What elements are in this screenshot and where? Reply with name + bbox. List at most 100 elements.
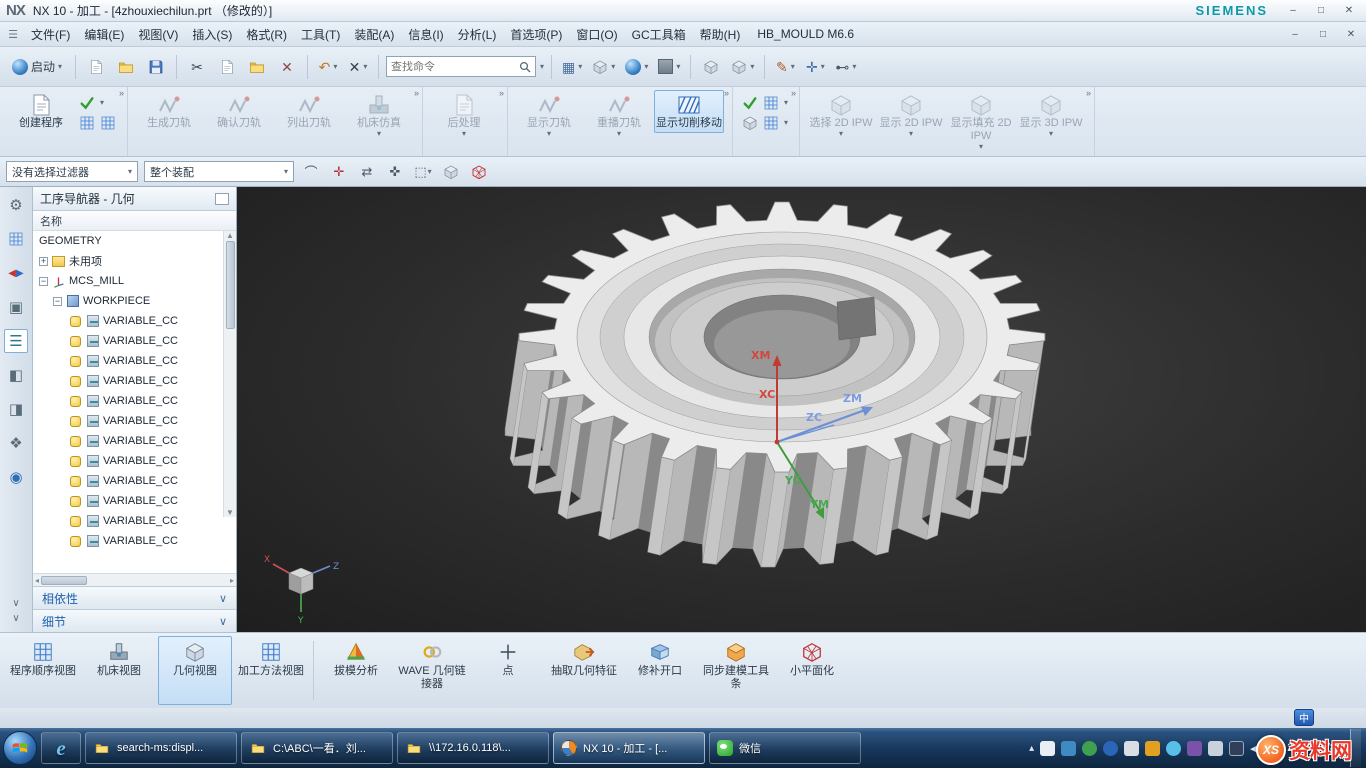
menu-information[interactable]: 信息(I) [401,23,450,46]
list-toolpath-button[interactable]: 列出刀轨 [274,90,344,133]
web-browser-button[interactable]: ◉ [4,465,28,489]
tray-keyboard-icon[interactable] [1040,741,1055,756]
background-button[interactable]: ▾ [655,53,683,81]
doc-minimize-icon[interactable]: – [1284,26,1306,42]
doc-restore-icon[interactable]: □ [1312,26,1334,42]
scroll-left-icon[interactable]: ◂ [35,576,39,585]
verify-grid2-icon[interactable] [763,115,779,131]
selection-filter-dropdown[interactable]: 没有选择过滤器 ▾ [6,161,138,182]
tray-icon-app2[interactable] [1145,741,1160,756]
tree-node-variable-cc[interactable]: VARIABLE_CC [33,371,236,391]
generate-toolpath-button[interactable]: 生成刀轨 [134,90,204,133]
column-header-name[interactable]: 名称 [40,213,62,229]
tree-node-variable-cc[interactable]: VARIABLE_CC [33,431,236,451]
group-overflow-icon[interactable]: » [499,88,504,98]
program-order-view-button[interactable]: 程序顺序视图 [6,636,80,705]
tray-icon-antivirus[interactable] [1082,741,1097,756]
part-navigator-button[interactable]: ▣ [4,295,28,319]
select-2d-ipw-button[interactable]: 选择 2D IPW ▾ [806,90,876,141]
rotate-view-button[interactable]: ▾ [728,53,757,81]
synchronous-modeling-button[interactable]: 同步建模工具条 [699,636,773,705]
reuse-library-button[interactable]: ❖ [4,431,28,455]
tray-icon-app3[interactable] [1166,741,1181,756]
cut-button[interactable]: ✂ [184,53,210,81]
gear-model[interactable] [505,202,1045,567]
tray-icon-app1[interactable] [1124,741,1139,756]
tree-node-variable-cc[interactable]: VARIABLE_CC [33,451,236,471]
taskbar-clock[interactable]: 2019/10/8 [1279,742,1344,755]
tree-node-variable-cc[interactable]: VARIABLE_CC [33,351,236,371]
maximize-icon[interactable]: □ [1310,3,1332,19]
view-triad[interactable]: X Z Y [264,555,339,626]
taskbar-window-network[interactable]: \\172.16.0.118\... [397,732,549,764]
render-style-button[interactable]: ▾ [622,53,651,81]
tray-icon-app4[interactable] [1187,741,1202,756]
menu-insert[interactable]: 插入(S) [185,23,239,46]
assembly-navigator-button[interactable] [4,227,28,251]
tree-node-workpiece[interactable]: −WORKPIECE [33,291,236,311]
scroll-right-icon[interactable]: ▸ [230,576,234,585]
window-select-button[interactable]: ⬚▾ [412,161,434,183]
sketch-button[interactable]: ✎▾ [772,53,798,81]
move-object-button[interactable] [698,53,724,81]
search-caret-icon[interactable]: ▾ [540,63,544,71]
collapse-icon[interactable]: − [53,297,62,306]
verify-cube-icon[interactable] [742,115,758,131]
extract-geometry-button[interactable]: 抽取几何特征 [547,636,621,705]
tray-icon-network[interactable] [1061,741,1076,756]
paste-button[interactable] [244,53,270,81]
tray-icon-app5[interactable] [1229,741,1244,756]
undo-button[interactable]: ↶▾ [315,53,341,81]
tray-icon-k[interactable] [1103,741,1118,756]
shaded-view-button[interactable] [440,161,462,183]
scrollbar-thumb[interactable] [226,241,235,329]
constraint-navigator-button[interactable]: ◀▶ [4,261,28,285]
start-orb-button[interactable] [3,731,37,765]
doc-close-icon[interactable]: ✕ [1340,26,1362,42]
internet-explorer-button[interactable]: e [41,732,81,764]
resource-options-button[interactable]: ⚙ [4,193,28,217]
search-icon[interactable] [519,61,531,73]
snap-magnet-button[interactable]: ⌒ [300,161,322,183]
create-geometry-icon[interactable] [79,115,95,131]
tree-node-geometry[interactable]: GEOMETRY [33,231,236,251]
tree-node-mcs-mill[interactable]: −MCS_MILL [33,271,236,291]
show-filled-2d-ipw-button[interactable]: 显示填充 2D IPW ▾ [946,90,1016,154]
viewport-canvas[interactable]: XM XC ZM ZC YC YM X Z Y [237,187,1366,632]
group-overflow-icon[interactable]: » [791,88,796,98]
measure-button[interactable]: ⊷▾ [832,53,859,81]
wireframe-view-button[interactable] [468,161,490,183]
tree-node-variable-cc[interactable]: VARIABLE_CC [33,531,236,551]
panel-float-icon[interactable] [215,193,229,205]
taskbar-window-wechat[interactable]: 微信 [709,732,861,764]
deselect-button[interactable]: ✜ [384,161,406,183]
snap-point-button[interactable]: ✛▾ [802,53,828,81]
menu-format[interactable]: 格式(R) [239,23,294,46]
tree-horizontal-scrollbar[interactable]: ◂ ▸ [33,573,236,586]
window-layout-button[interactable]: ▦▾ [559,53,585,81]
group-overflow-icon[interactable]: » [414,88,419,98]
menu-hb-mould[interactable]: HB_MOULD M6.6 [747,24,864,44]
save-button[interactable] [143,53,169,81]
scroll-up-icon[interactable]: ▲ [226,231,234,240]
volume-icon[interactable]: ◀ [1250,742,1258,755]
menu-file[interactable]: 文件(F) [24,23,77,46]
graphics-viewport[interactable]: XM XC ZM ZC YC YM X Z Y [237,187,1366,632]
verify-grid-icon[interactable] [763,95,779,111]
details-section[interactable]: 细节 ∨ [33,609,236,632]
tray-expand-icon[interactable]: ▴ [1029,743,1034,754]
start-menu-button[interactable]: 启动 ▾ [6,53,68,81]
tree-node-variable-cc[interactable]: VARIABLE_CC [33,471,236,491]
machine-simulation-button[interactable]: 机床仿真 ▾ [344,90,414,141]
operation-navigator-button[interactable]: ☰ [4,329,28,353]
group-overflow-icon[interactable]: » [724,88,729,98]
process-assistant-button[interactable]: ◨ [4,397,28,421]
resource-collapse-icon[interactable]: ∨ [12,598,19,609]
new-file-button[interactable] [83,53,109,81]
tree-vertical-scrollbar[interactable]: ▲ ▼ [223,231,236,517]
cancel-button[interactable]: ✕▾ [345,53,371,81]
menu-tools[interactable]: 工具(T) [294,23,347,46]
selection-scope-dropdown[interactable]: 整个装配 ▾ [144,161,294,182]
menu-gc-toolbox[interactable]: GC工具箱 [625,23,693,46]
close-icon[interactable]: ✕ [1338,3,1360,19]
